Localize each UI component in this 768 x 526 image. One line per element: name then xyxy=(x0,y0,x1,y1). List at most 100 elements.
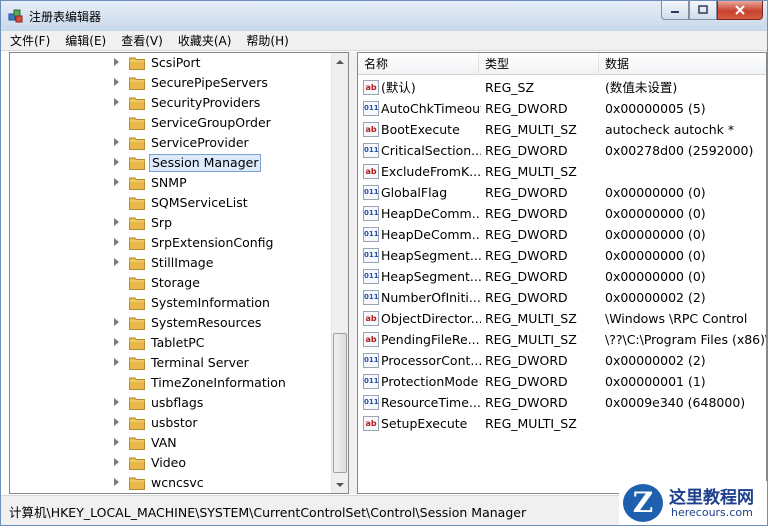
expand-arrow-icon[interactable] xyxy=(114,78,119,86)
value-name: ProcessorCont... xyxy=(381,353,481,368)
expand-arrow-icon[interactable] xyxy=(114,318,119,326)
tree-item[interactable]: SecurityProviders xyxy=(10,93,332,113)
value-row[interactable]: 011 HeapSegment... REG_DWORD 0x00000000 (0) xyxy=(358,245,766,266)
tree-item[interactable]: VAN xyxy=(10,433,332,453)
value-row[interactable]: ab PendingFileRe... REG_MULTI_SZ \??\C:\Pro… xyxy=(358,329,766,350)
value-row[interactable]: 011 HeapDeComm... REG_DWORD 0x00000000 (0) xyxy=(358,224,766,245)
value-data: autocheck autochk * xyxy=(605,122,735,137)
watermark-site-name: 这里教程网 xyxy=(669,488,754,508)
tree-item[interactable]: TabletPC xyxy=(10,333,332,353)
column-header-type[interactable]: 类型 xyxy=(479,53,599,75)
tree-item[interactable]: Storage xyxy=(10,273,332,293)
close-button[interactable] xyxy=(717,1,763,20)
tree-item[interactable]: SrpExtensionConfig xyxy=(10,233,332,253)
value-data: 0x00000002 (2) xyxy=(605,290,706,305)
tree-item[interactable]: wcncsvc xyxy=(10,473,332,493)
value-row[interactable]: 011 HeapDeComm... REG_DWORD 0x00000000 (0) xyxy=(358,203,766,224)
tree-item[interactable]: SecurePipeServers xyxy=(10,73,332,93)
scroll-up-button[interactable] xyxy=(332,53,348,70)
expand-arrow-icon[interactable] xyxy=(114,418,119,426)
folder-icon xyxy=(129,437,145,450)
tree-item[interactable]: SystemResources xyxy=(10,313,332,333)
value-name: PendingFileRe... xyxy=(381,332,480,347)
registry-key-tree[interactable]: wcncsvc Video VAN usbstor usbflags TimeZoneIn… xyxy=(9,52,349,494)
value-name: HeapSegment... xyxy=(381,248,481,263)
value-row[interactable]: 011 GlobalFlag REG_DWORD 0x00000000 (0) xyxy=(358,182,766,203)
binary-value-icon: 011 xyxy=(363,290,379,305)
value-name: CriticalSection... xyxy=(381,143,481,158)
tree-item-label: usbflags xyxy=(151,395,204,410)
expand-arrow-icon[interactable] xyxy=(114,338,119,346)
value-data xyxy=(605,163,766,180)
expand-arrow-icon[interactable] xyxy=(114,178,119,186)
tree-item[interactable]: ServiceProvider xyxy=(10,133,332,153)
expand-arrow-icon[interactable] xyxy=(114,98,119,106)
maximize-button[interactable] xyxy=(689,1,717,20)
expand-arrow-icon[interactable] xyxy=(114,58,119,66)
folder-icon xyxy=(129,237,145,250)
expand-arrow-icon[interactable] xyxy=(114,438,119,446)
value-type: REG_DWORD xyxy=(485,374,568,389)
value-name: HeapSegment... xyxy=(381,269,481,284)
tree-item[interactable]: Session Manager xyxy=(10,153,332,173)
pane-splitter[interactable] xyxy=(349,52,357,494)
column-header-name[interactable]: 名称 xyxy=(358,53,479,75)
value-name: ObjectDirector... xyxy=(381,311,481,326)
watermark-logo: Z xyxy=(623,484,663,522)
menu-item[interactable]: 文件(F) xyxy=(4,31,56,51)
value-row[interactable]: 011 NumberOfIniti... REG_DWORD 0x00000002 (… xyxy=(358,287,766,308)
menu-item[interactable]: 查看(V) xyxy=(115,31,169,51)
scroll-down-button[interactable] xyxy=(332,476,348,493)
value-name: AutoChkTimeout xyxy=(381,101,481,116)
tree-item[interactable]: ServiceGroupOrder xyxy=(10,113,332,133)
registry-value-list[interactable]: 名称 类型 数据 ab (默认) REG_SZ (数值未设置) 011 AutoChkTi… xyxy=(357,52,767,494)
expand-arrow-icon[interactable] xyxy=(114,258,119,266)
tree-item[interactable]: SNMP xyxy=(10,173,332,193)
folder-icon xyxy=(129,377,145,390)
value-type: REG_DWORD xyxy=(485,248,568,263)
tree-item-label: SystemResources xyxy=(151,315,262,330)
value-row[interactable]: ab SetupExecute REG_MULTI_SZ xyxy=(358,413,766,434)
expand-arrow-icon[interactable] xyxy=(114,218,119,226)
minimize-button[interactable] xyxy=(661,1,689,20)
tree-item[interactable]: Srp xyxy=(10,213,332,233)
column-header-data[interactable]: 数据 xyxy=(599,53,766,75)
tree-item[interactable]: SQMServiceList xyxy=(10,193,332,213)
value-row[interactable]: 011 AutoChkTimeout REG_DWORD 0x00000005 (5) xyxy=(358,98,766,119)
value-row[interactable]: 011 HeapSegment... REG_DWORD 0x00000000 (0) xyxy=(358,266,766,287)
scroll-thumb[interactable] xyxy=(333,333,347,473)
tree-vertical-scrollbar[interactable] xyxy=(331,53,348,493)
expand-arrow-icon[interactable] xyxy=(114,138,119,146)
expand-arrow-icon[interactable] xyxy=(114,238,119,246)
tree-item-label: SystemInformation xyxy=(151,295,270,310)
title-bar[interactable]: 注册表编辑器 xyxy=(1,1,767,31)
value-row[interactable]: 011 ProcessorCont... REG_DWORD 0x00000002 (… xyxy=(358,350,766,371)
value-row[interactable]: 011 ProtectionMode REG_DWORD 0x00000001 (1) xyxy=(358,371,766,392)
tree-item[interactable]: StillImage xyxy=(10,253,332,273)
menu-item[interactable]: 编辑(E) xyxy=(59,31,112,51)
expand-arrow-icon[interactable] xyxy=(114,358,119,366)
menu-item[interactable]: 帮助(H) xyxy=(240,31,294,51)
folder-icon xyxy=(129,157,145,170)
tree-item[interactable]: ScsiPort xyxy=(10,53,332,73)
value-row[interactable]: ab BootExecute REG_MULTI_SZ autocheck autoc… xyxy=(358,119,766,140)
expand-arrow-icon[interactable] xyxy=(114,458,119,466)
menu-item[interactable]: 收藏夹(A) xyxy=(172,31,238,51)
value-row[interactable]: 011 ResourceTime... REG_DWORD 0x0009e340 (6… xyxy=(358,392,766,413)
value-row[interactable]: ab ObjectDirector... REG_MULTI_SZ \Windows … xyxy=(358,308,766,329)
tree-item[interactable]: SystemInformation xyxy=(10,293,332,313)
binary-value-icon: 011 xyxy=(363,206,379,221)
binary-value-icon: 011 xyxy=(363,143,379,158)
value-row[interactable]: ab (默认) REG_SZ (数值未设置) xyxy=(358,77,766,98)
tree-item[interactable]: usbstor xyxy=(10,413,332,433)
value-type: REG_MULTI_SZ xyxy=(485,122,577,137)
value-row[interactable]: 011 CriticalSection... REG_DWORD 0x00278d00… xyxy=(358,140,766,161)
value-row[interactable]: ab ExcludeFromK... REG_MULTI_SZ xyxy=(358,161,766,182)
tree-item[interactable]: Video xyxy=(10,453,332,473)
expand-arrow-icon[interactable] xyxy=(114,478,119,486)
tree-item[interactable]: usbflags xyxy=(10,393,332,413)
expand-arrow-icon[interactable] xyxy=(114,158,119,166)
tree-item[interactable]: TimeZoneInformation xyxy=(10,373,332,393)
tree-item[interactable]: Terminal Server xyxy=(10,353,332,373)
expand-arrow-icon[interactable] xyxy=(114,398,119,406)
